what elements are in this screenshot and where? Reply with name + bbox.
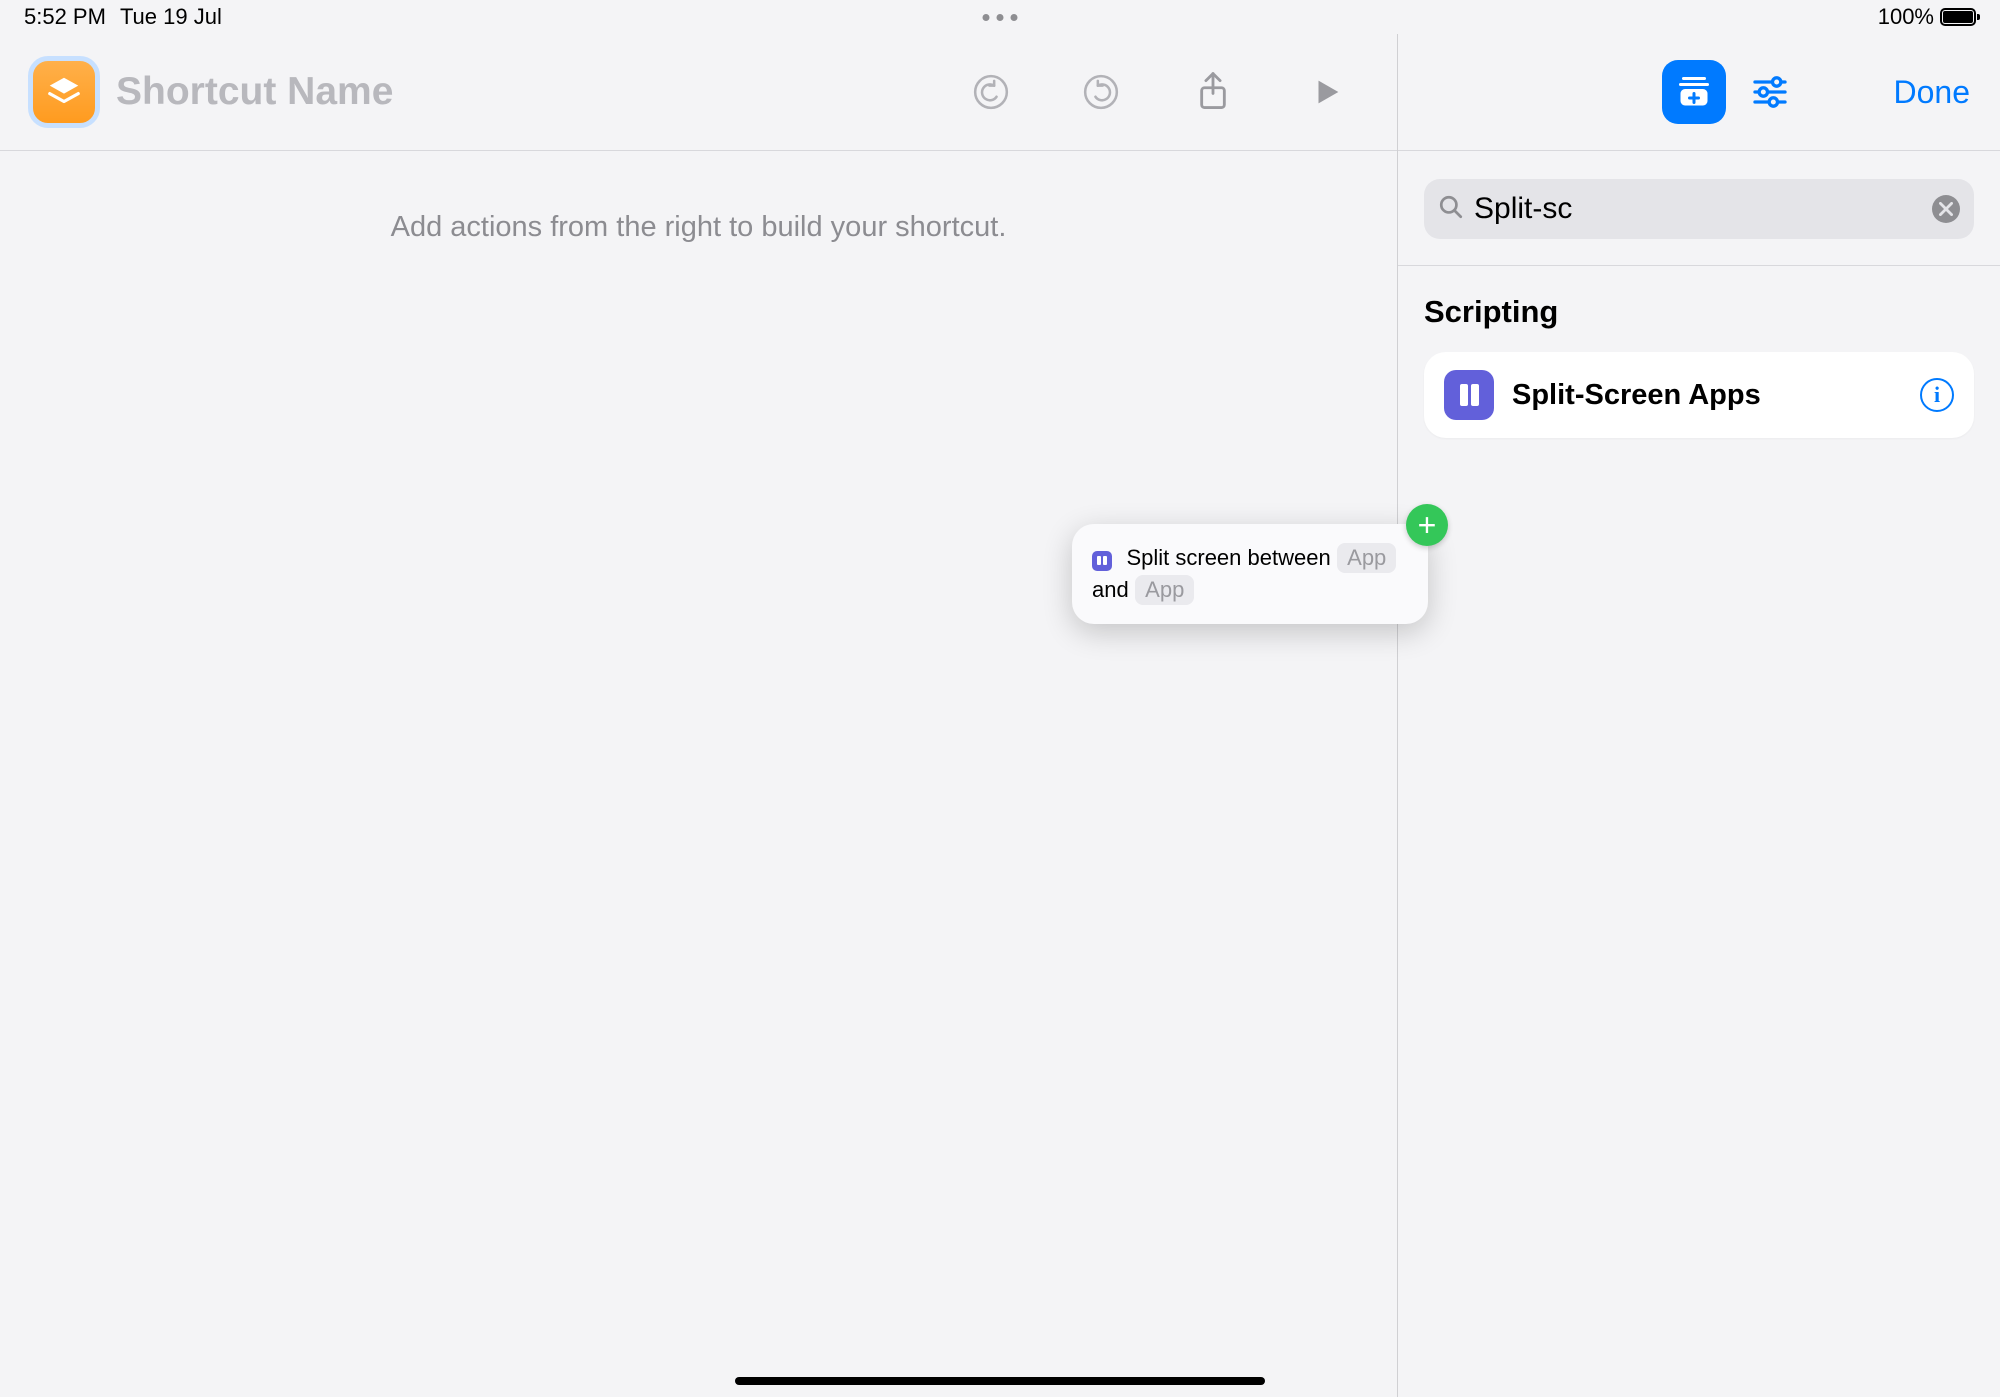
- search-field[interactable]: [1424, 179, 1974, 239]
- play-button[interactable]: [1305, 70, 1349, 114]
- status-date: Tue 19 Jul: [120, 4, 222, 30]
- search-results: Scripting Split-Screen Apps i: [1398, 266, 2000, 466]
- split-screen-icon: [1444, 370, 1494, 420]
- info-button[interactable]: i: [1920, 378, 1954, 412]
- clear-search-button[interactable]: [1932, 195, 1960, 223]
- settings-button[interactable]: [1748, 70, 1792, 114]
- status-bar: 5:52 PM Tue 19 Jul 100%: [0, 0, 2000, 34]
- action-text-prefix: Split screen between: [1126, 545, 1330, 570]
- undo-button[interactable]: [971, 72, 1011, 112]
- multitask-dots-icon[interactable]: [983, 14, 1018, 21]
- actions-pane-header: Done: [1398, 34, 2000, 151]
- app-token-2[interactable]: App: [1135, 575, 1194, 605]
- editor-toolbar: [0, 34, 1397, 151]
- action-text-joiner: and: [1092, 577, 1129, 602]
- search-input[interactable]: [1474, 192, 1922, 226]
- shortcut-app-icon[interactable]: [28, 56, 100, 128]
- app-token-1[interactable]: App: [1337, 543, 1396, 573]
- editor-pane: Add actions from the right to build your…: [0, 34, 1398, 1397]
- editor-canvas[interactable]: Add actions from the right to build your…: [0, 151, 1397, 1397]
- shortcut-title-input[interactable]: [116, 70, 616, 114]
- home-indicator[interactable]: [735, 1377, 1265, 1385]
- split-screen-icon: [1092, 551, 1112, 571]
- action-library-button[interactable]: [1662, 60, 1726, 124]
- action-result-title: Split-Screen Apps: [1512, 379, 1902, 412]
- dragged-action-card[interactable]: + Split screen between App and App: [1072, 524, 1428, 624]
- redo-button[interactable]: [1081, 72, 1121, 112]
- section-heading: Scripting: [1424, 294, 1974, 330]
- done-button[interactable]: Done: [1894, 74, 1971, 111]
- status-time: 5:52 PM: [24, 4, 106, 30]
- canvas-hint: Add actions from the right to build your…: [391, 211, 1007, 244]
- share-button[interactable]: [1191, 70, 1235, 114]
- search-icon: [1438, 194, 1464, 225]
- battery-icon: [1940, 8, 1976, 26]
- action-result-item[interactable]: Split-Screen Apps i: [1424, 352, 1974, 438]
- actions-pane: Done Scripting Split-Screen Apps i: [1398, 34, 2000, 1397]
- battery-percent: 100%: [1878, 4, 1934, 30]
- plus-icon: +: [1406, 504, 1448, 546]
